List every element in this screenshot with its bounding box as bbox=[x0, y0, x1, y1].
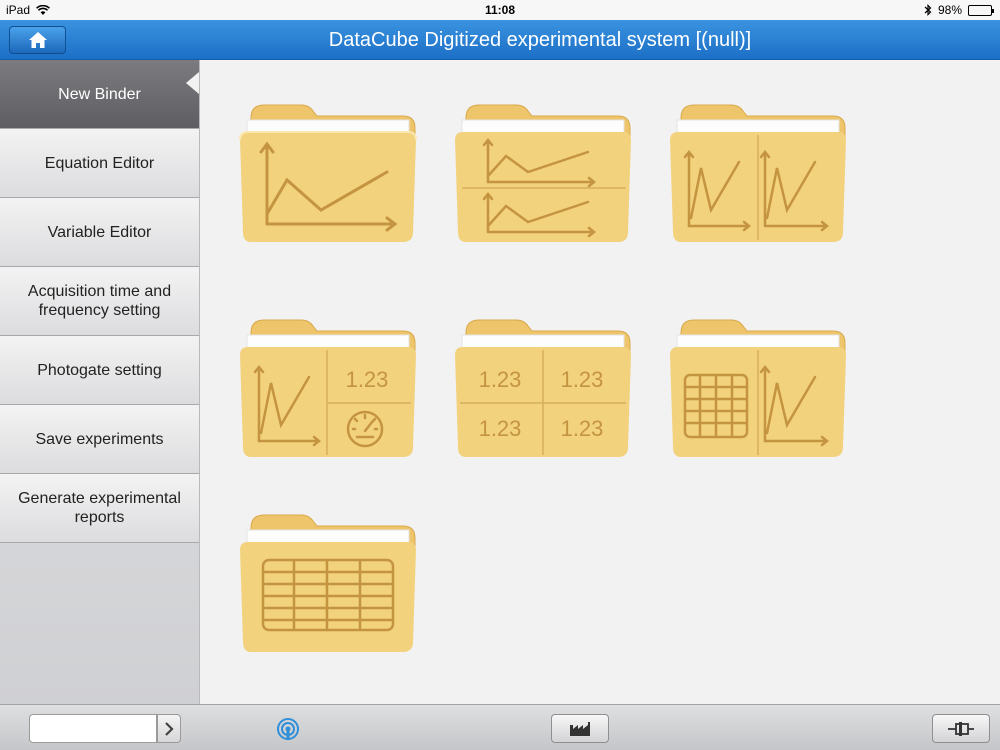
binder-two-charts-stacked[interactable] bbox=[452, 102, 634, 247]
binder-four-numbers[interactable]: 1.23 1.23 1.23 1.23 bbox=[452, 317, 634, 462]
selection-arrow-icon bbox=[186, 72, 199, 94]
sidebar-item-label: New Binder bbox=[58, 85, 141, 103]
page-input[interactable] bbox=[29, 714, 157, 743]
sidebar: New Binder Equation Editor Variable Edit… bbox=[0, 60, 200, 704]
sidebar-item-label: Photogate setting bbox=[37, 361, 162, 379]
binder-table-chart[interactable] bbox=[667, 317, 849, 462]
sidebar-item-label: Generate experimental reports bbox=[18, 490, 181, 526]
binder-grid: 1.23 1.23 1.23 1.23 1.23 bbox=[201, 60, 1000, 704]
binder-two-charts-side[interactable] bbox=[667, 102, 849, 247]
battery-percent: 98% bbox=[937, 3, 962, 17]
wireless-connection-button[interactable] bbox=[276, 717, 300, 741]
sidebar-item-variable-editor[interactable]: Variable Editor bbox=[0, 198, 199, 267]
value-display: 1.23 bbox=[561, 367, 604, 392]
binder-single-table[interactable] bbox=[237, 512, 419, 657]
folder-icon bbox=[670, 319, 846, 457]
folder-icon: 1.23 1.23 1.23 1.23 bbox=[455, 319, 631, 457]
value-display: 1.23 bbox=[479, 416, 522, 441]
bluetooth-icon bbox=[924, 4, 932, 16]
sensor-button[interactable] bbox=[932, 714, 990, 743]
clock: 11:08 bbox=[484, 3, 516, 17]
value-display: 1.23 bbox=[561, 416, 604, 441]
wireless-signal-icon bbox=[277, 718, 299, 740]
sensor-probe-icon bbox=[948, 721, 974, 736]
sidebar-item-photogate-setting[interactable]: Photogate setting bbox=[0, 336, 199, 405]
sidebar-item-label: Variable Editor bbox=[47, 223, 152, 241]
binder-single-chart[interactable] bbox=[237, 102, 419, 247]
sidebar-item-label: Acquisition time and frequency setting bbox=[27, 283, 172, 319]
sidebar-item-equation-editor[interactable]: Equation Editor bbox=[0, 129, 199, 198]
sidebar-item-label: Save experiments bbox=[35, 430, 164, 448]
sidebar-item-label: Equation Editor bbox=[44, 154, 155, 172]
factory-icon bbox=[570, 721, 590, 736]
folder-icon bbox=[239, 104, 417, 242]
next-button[interactable] bbox=[157, 714, 181, 743]
folder-icon bbox=[455, 104, 631, 242]
page-title: DataCube Digitized experimental system [… bbox=[328, 29, 752, 51]
folder-icon bbox=[670, 104, 846, 242]
value-display: 1.23 bbox=[346, 367, 389, 392]
nav-bar: DataCube Digitized experimental system [… bbox=[0, 20, 1000, 60]
bottom-toolbar bbox=[0, 704, 1000, 750]
battery-icon bbox=[968, 4, 994, 16]
chevron-right-icon bbox=[165, 721, 174, 736]
folder-icon bbox=[240, 514, 416, 652]
folder-icon: 1.23 bbox=[240, 319, 416, 457]
sidebar-item-generate-reports[interactable]: Generate experimental reports bbox=[0, 474, 199, 543]
sidebar-item-save-experiments[interactable]: Save experiments bbox=[0, 405, 199, 474]
value-display: 1.23 bbox=[479, 367, 522, 392]
sidebar-item-acquisition-settings[interactable]: Acquisition time and frequency setting bbox=[0, 267, 199, 336]
sidebar-item-new-binder[interactable]: New Binder bbox=[0, 60, 199, 129]
factory-button[interactable] bbox=[551, 714, 609, 743]
status-bar: iPad 11:08 98% bbox=[0, 0, 1000, 20]
binder-chart-number-gauge[interactable]: 1.23 bbox=[237, 317, 419, 462]
